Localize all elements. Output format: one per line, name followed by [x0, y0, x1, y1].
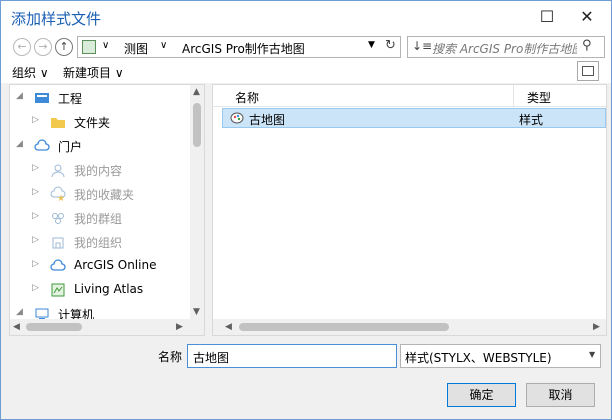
up-button[interactable]: ↑	[55, 38, 73, 56]
scroll-left-icon[interactable]: ◀	[13, 322, 20, 332]
cloud-icon	[34, 138, 50, 154]
expand-arrow-icon[interactable]: ▷	[32, 283, 39, 293]
tree-item-arcgis-online[interactable]: ▷ ArcGIS Online	[10, 255, 190, 277]
breadcrumb-item[interactable]: 测图	[124, 40, 148, 57]
tree-item-my-content[interactable]: ▷ 我的内容	[10, 159, 190, 181]
tree-item-folder[interactable]: ▷ 文件夹	[10, 111, 190, 133]
group-icon	[50, 210, 66, 226]
sort-icon: ↓≡	[412, 39, 433, 53]
title-bar: 添加样式文件 ☐ ✕	[1, 1, 611, 33]
collapse-arrow-icon[interactable]: ◢	[16, 307, 23, 317]
star-icon: ★	[50, 186, 66, 204]
file-list-pane[interactable]: 名称 类型 古地图 样式 ◀ ▶	[212, 84, 607, 336]
tree-item-living-atlas[interactable]: ▷ Living Atlas	[10, 279, 190, 301]
folder-icon	[50, 114, 66, 130]
scroll-down-icon[interactable]: ▼	[193, 307, 200, 317]
close-button[interactable]: ✕	[567, 1, 607, 33]
location-icon	[82, 40, 96, 54]
tree-item-label: 我的组织	[74, 236, 123, 250]
file-name-label: 名称	[158, 350, 183, 364]
back-button[interactable]: ←	[13, 38, 31, 56]
breadcrumb-item[interactable]: ArcGIS Pro制作古地图	[182, 40, 305, 57]
expand-arrow-icon[interactable]: ▷	[32, 235, 39, 245]
dropdown-arrow-icon[interactable]: ▼	[589, 350, 595, 359]
view-options-button[interactable]	[577, 61, 599, 81]
address-row: ← → ↑ ∨ 测图 ∨ ArcGIS Pro制作古地图 ▼ ↻ ↓≡ 搜索 A…	[1, 33, 611, 61]
search-box[interactable]: ↓≡ 搜索 ArcGIS Pro制作古地图 ⚲	[407, 36, 605, 58]
expand-arrow-icon[interactable]: ▷	[32, 211, 39, 221]
file-type-value: 样式(STYLX、WEBSTYLE)	[405, 351, 552, 365]
scrollbar-thumb[interactable]	[239, 323, 449, 331]
expand-arrow-icon[interactable]: ▷	[32, 163, 39, 173]
new-item-menu[interactable]: 新建项目 ∨	[63, 64, 124, 81]
tree-item-label: ArcGIS Online	[74, 258, 157, 272]
tree-item-label: 工程	[58, 92, 83, 106]
vertical-scrollbar[interactable]: ▲ ▼	[190, 85, 204, 321]
tree-item-label: Living Atlas	[74, 282, 144, 296]
tree-item-label: 文件夹	[74, 116, 111, 130]
file-type-select[interactable]: 样式(STYLX、WEBSTYLE) ▼	[400, 344, 601, 368]
horizontal-scrollbar[interactable]: ◀ ▶	[213, 319, 606, 335]
column-divider[interactable]	[513, 85, 514, 107]
view-icon	[582, 66, 594, 76]
column-header-type[interactable]: 类型	[527, 89, 551, 106]
tree-item-label: 我的内容	[74, 164, 123, 178]
atlas-icon	[50, 282, 66, 298]
organize-menu[interactable]: 组织 ∨	[12, 64, 49, 81]
tree-item-label: 我的收藏夹	[74, 188, 135, 202]
dialog-title: 添加样式文件	[11, 10, 102, 28]
ok-button[interactable]: 确定	[447, 383, 516, 407]
search-input[interactable]: 搜索 ArcGIS Pro制作古地图	[432, 40, 577, 57]
scroll-right-icon[interactable]: ▶	[176, 322, 183, 332]
file-row-selected[interactable]: 古地图 样式	[222, 108, 606, 128]
file-type: 样式	[519, 113, 544, 127]
column-header-name[interactable]: 名称	[235, 89, 259, 106]
collapse-arrow-icon[interactable]: ◢	[16, 91, 23, 101]
column-header-row: 名称 类型	[213, 85, 606, 107]
file-name-value: 古地图	[193, 351, 230, 365]
scrollbar-thumb[interactable]	[26, 323, 82, 331]
tree-item-favorites[interactable]: ▷ ★ 我的收藏夹	[10, 183, 190, 205]
scroll-right-icon[interactable]: ▶	[593, 322, 600, 332]
cancel-button[interactable]: 取消	[526, 383, 595, 407]
collapse-arrow-icon[interactable]: ◢	[16, 139, 23, 149]
command-bar: 组织 ∨ 新建项目 ∨	[1, 61, 611, 83]
tree-item-label: 我的群组	[74, 212, 123, 226]
user-icon	[50, 162, 66, 178]
search-icon[interactable]: ⚲	[582, 38, 592, 53]
refresh-button[interactable]: ↻	[381, 36, 401, 58]
project-icon	[34, 90, 50, 106]
forward-button[interactable]: →	[34, 38, 52, 56]
add-style-file-dialog: 添加样式文件 ☐ ✕ ← → ↑ ∨ 测图 ∨ ArcGIS Pro制作古地图 …	[0, 0, 612, 420]
svg-text:★: ★	[57, 194, 65, 202]
tree-item-organization[interactable]: ▷ 我的组织	[10, 231, 190, 253]
scroll-left-icon[interactable]: ◀	[225, 322, 232, 332]
expand-arrow-icon[interactable]: ▷	[32, 115, 39, 125]
tree-item-groups[interactable]: ▷ 我的群组	[10, 207, 190, 229]
scroll-up-icon[interactable]: ▲	[193, 87, 200, 97]
tree-item-portal[interactable]: ◢ 门户	[10, 135, 190, 157]
maximize-button[interactable]: ☐	[527, 1, 567, 33]
tree-item-label: 门户	[58, 140, 83, 154]
organization-icon	[50, 234, 66, 250]
address-bar[interactable]: ∨ 测图 ∨ ArcGIS Pro制作古地图 ▼	[77, 36, 401, 58]
style-icon	[229, 110, 245, 126]
expand-arrow-icon[interactable]: ▷	[32, 187, 39, 197]
cloud-icon	[50, 258, 66, 274]
dropdown-arrow-icon[interactable]: ▼	[368, 40, 375, 50]
horizontal-scrollbar[interactable]: ◀ ▶	[10, 319, 204, 335]
scrollbar-thumb[interactable]	[193, 103, 201, 147]
file-name: 古地图	[249, 113, 286, 127]
breadcrumb-separator-icon[interactable]: ∨	[160, 40, 167, 51]
expand-arrow-icon[interactable]: ▷	[32, 259, 39, 269]
file-name-field[interactable]: 古地图	[187, 344, 397, 368]
tree-item-project[interactable]: ◢ 工程	[10, 87, 190, 109]
navigation-pane[interactable]: ◢ 工程 ▷ 文件夹 ◢ 门户 ▷ 我的内容 ▷ ★ 我的收藏夹 ▷ 我的群组 …	[9, 84, 205, 336]
chevron-down-icon[interactable]: ∨	[102, 40, 109, 51]
